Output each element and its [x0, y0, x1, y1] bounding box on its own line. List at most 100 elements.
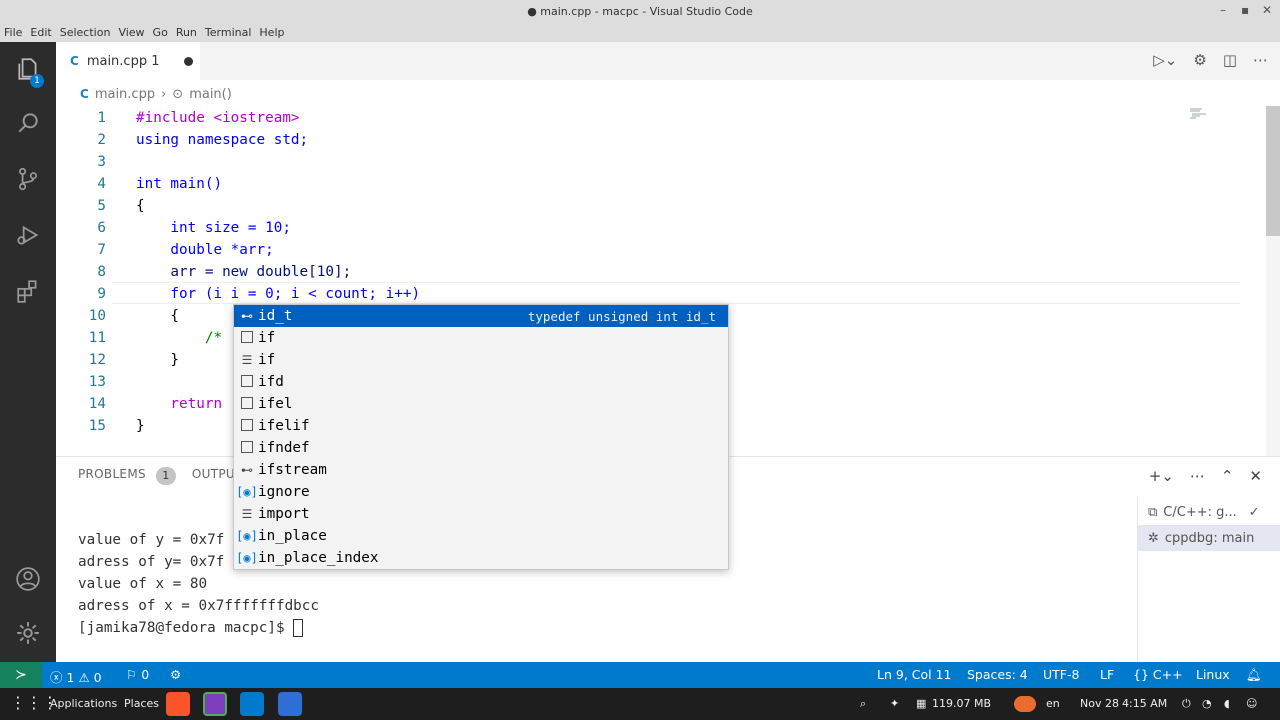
explorer-button[interactable]: 1 — [0, 46, 56, 92]
manage-button[interactable] — [0, 610, 56, 656]
menu-terminal[interactable]: Terminal — [201, 24, 256, 41]
minimize-button[interactable]: – — [1220, 3, 1226, 17]
typedef-icon: ⊷ — [241, 309, 253, 323]
code-line: /* — [136, 330, 223, 346]
debug-icon: ✲ — [1148, 530, 1159, 546]
vscode-icon[interactable] — [240, 692, 264, 716]
search-icon — [18, 113, 38, 133]
debug-status[interactable]: ⚙ — [170, 667, 181, 682]
scrollbar-thumb[interactable] — [1266, 106, 1280, 236]
suggest-item[interactable]: ☰ if — [234, 349, 728, 371]
extension-tray-icon[interactable]: ✦ — [890, 697, 899, 710]
cursor-position[interactable]: Ln 9, Col 11 — [877, 667, 952, 682]
search-icon[interactable]: ⌕ — [860, 697, 866, 711]
remote-indicator[interactable]: ≻ — [0, 662, 42, 688]
places-menu[interactable]: Places — [124, 697, 159, 710]
maximize-button[interactable]: ▪ — [1241, 3, 1249, 17]
menu-go[interactable]: Go — [149, 24, 172, 41]
code-line: for (i i = 0; i < count; i++) — [136, 286, 421, 302]
line-number: 9 — [97, 286, 106, 302]
maximize-panel-icon[interactable]: ⌃ — [1221, 467, 1234, 485]
terminal-cursor — [293, 619, 304, 637]
suggest-item[interactable]: ⊷ ifstream — [234, 459, 728, 481]
app-icon[interactable] — [203, 692, 227, 716]
snippet-icon — [236, 440, 258, 456]
editor-actions: ▷⌄ ⚙ ◫ ⋯ — [1153, 51, 1268, 69]
tab-main-cpp[interactable]: C main.cpp 1 — [56, 42, 200, 80]
accounts-button[interactable] — [0, 556, 56, 602]
split-editor-icon[interactable]: ◫ — [1223, 51, 1237, 69]
brave-icon[interactable] — [166, 692, 190, 716]
run-file-icon[interactable]: ▷⌄ — [1153, 51, 1177, 69]
indentation[interactable]: Spaces: 4 — [967, 667, 1028, 682]
terminal-item[interactable]: ✲ cppdbg: main — [1138, 525, 1280, 551]
suggest-item[interactable]: if — [234, 327, 728, 349]
terminal-list: ⧉ C/C++: g... ✓ ✲ cppdbg: main — [1137, 497, 1280, 663]
line-number: 5 — [97, 198, 106, 214]
tab-problems[interactable]: PROBLEMS — [78, 467, 146, 485]
suggest-item[interactable]: ifel — [234, 393, 728, 415]
eol[interactable]: LF — [1100, 667, 1114, 682]
os-indicator[interactable]: Linux — [1196, 667, 1230, 682]
remote-icon: ≻ — [15, 667, 27, 683]
terminal-item[interactable]: ⧉ C/C++: g... ✓ — [1138, 499, 1280, 525]
suggest-item[interactable]: ⊷ id_t typedef unsigned int id_t — [234, 305, 728, 327]
gear-icon[interactable]: ⚙ — [1193, 51, 1206, 69]
network-icon[interactable]: ◔ — [1202, 697, 1212, 710]
suggest-item[interactable]: ifd — [234, 371, 728, 393]
more-actions-icon[interactable]: ⋯ — [1190, 467, 1205, 485]
ports-status[interactable]: ⚐ 0 — [126, 667, 149, 682]
files-app-icon[interactable] — [278, 692, 302, 716]
volume-icon[interactable]: ◖ — [1224, 697, 1230, 710]
problems-status[interactable]: ⓧ 1 ⚠ 0 — [50, 667, 102, 686]
snippet-icon — [236, 330, 258, 346]
more-actions-icon[interactable]: ⋯ — [1253, 51, 1268, 69]
suggest-item[interactable]: [◉] ignore — [234, 481, 728, 503]
menu-view[interactable]: View — [114, 24, 148, 41]
notifications-icon[interactable]: 🔔︎ — [1246, 667, 1262, 683]
user-icon[interactable]: ☺ — [1246, 697, 1257, 710]
memory-icon: ▦ — [916, 697, 927, 710]
suggest-item[interactable]: ifndef — [234, 437, 728, 459]
line-number: 4 — [97, 176, 106, 192]
run-debug-button[interactable] — [0, 212, 56, 258]
code-line: arr = new double[10]; — [136, 264, 352, 280]
suggest-item[interactable]: [◉] in_place — [234, 525, 728, 547]
menu-run[interactable]: Run — [172, 24, 201, 41]
close-window-button[interactable]: ✕ — [1262, 3, 1272, 17]
title-bar: ● main.cpp - macpc - Visual Studio Code … — [0, 0, 1280, 24]
new-terminal-icon[interactable]: +⌄ — [1149, 467, 1174, 485]
close-panel-icon[interactable]: ✕ — [1249, 467, 1262, 485]
menu-edit[interactable]: Edit — [26, 24, 55, 41]
extensions-icon — [17, 280, 37, 303]
line-number: 1 — [97, 110, 106, 126]
suggest-item[interactable]: ☰ import — [234, 503, 728, 525]
menu-selection[interactable]: Selection — [56, 24, 115, 41]
power-icon[interactable]: ⏻ — [1182, 697, 1191, 711]
error-icon: ⓧ — [50, 670, 63, 685]
breadcrumb: C main.cpp › ⊙ main() — [56, 82, 232, 106]
breadcrumb-symbol[interactable]: main() — [189, 87, 232, 102]
breadcrumb-file[interactable]: main.cpp — [95, 87, 155, 102]
snippet-icon — [236, 418, 258, 434]
suggest-item[interactable]: ifelif — [234, 415, 728, 437]
suggest-item[interactable]: [◉] in_place_index — [234, 547, 728, 569]
minimap[interactable] — [1190, 108, 1210, 120]
code-line: #include <iostream> — [136, 110, 300, 126]
language-mode[interactable]: {} C++ — [1133, 667, 1183, 682]
unsaved-dot-icon[interactable] — [183, 56, 193, 66]
os-taskbar: ⋮⋮⋮ Applications Places ⌕ ✦ ▦ 119.07 MB … — [0, 688, 1280, 720]
update-icon[interactable] — [1014, 696, 1036, 712]
menu-help[interactable]: Help — [255, 24, 288, 41]
applications-menu[interactable]: Applications — [50, 697, 117, 710]
keyboard-layout[interactable]: en — [1046, 697, 1060, 710]
variable-icon: [◉] — [236, 551, 258, 565]
search-button[interactable] — [0, 100, 56, 146]
snippet-icon — [236, 396, 258, 412]
extensions-button[interactable] — [0, 268, 56, 314]
code-line: } — [136, 418, 145, 434]
encoding[interactable]: UTF-8 — [1043, 667, 1079, 682]
line-number: 7 — [97, 242, 106, 258]
menu-file[interactable]: File — [0, 24, 26, 41]
source-control-button[interactable] — [0, 156, 56, 202]
